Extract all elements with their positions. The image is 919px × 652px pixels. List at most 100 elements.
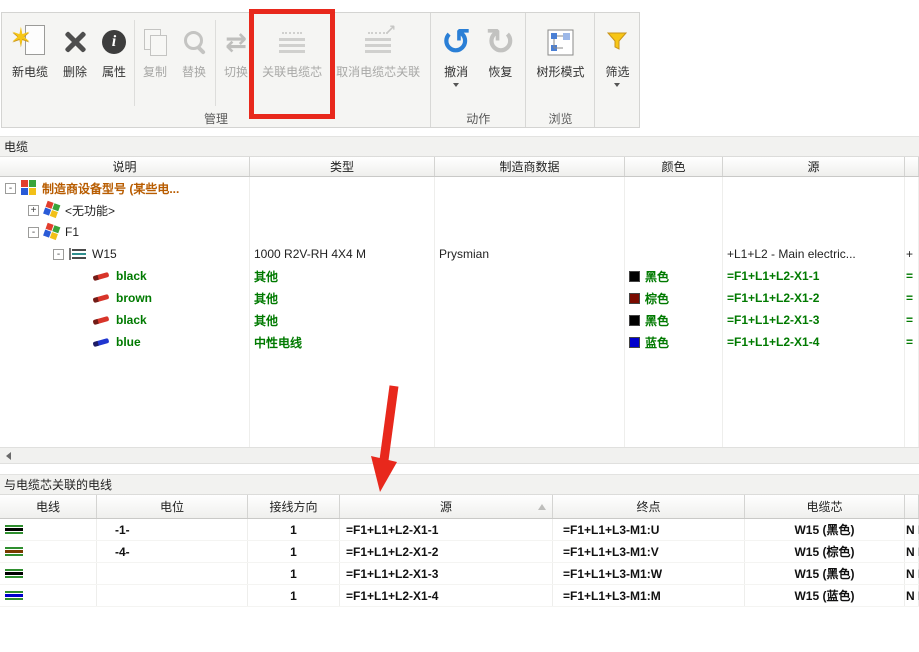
- wire-icon: [93, 315, 110, 324]
- button-label: 复制: [143, 63, 167, 80]
- wire-cut-value: N L: [905, 585, 919, 606]
- ribbon-group-filter: 筛选: [595, 13, 639, 127]
- column-header-cut[interactable]: [905, 495, 919, 518]
- color-swatch: [629, 315, 640, 326]
- column-header-color[interactable]: 颜色: [625, 157, 723, 176]
- undo-button[interactable]: 撤消: [434, 16, 478, 110]
- table-row[interactable]: - F1: [0, 221, 919, 243]
- wire-potential: -1-: [97, 519, 248, 540]
- wire-lines-icon: [5, 591, 23, 600]
- wire-potential: [97, 563, 248, 584]
- link-cores-button[interactable]: 关联电缆芯: [255, 16, 329, 110]
- core-name: black: [116, 313, 147, 327]
- replace-icon: [181, 21, 207, 63]
- filter-button[interactable]: 筛选: [598, 16, 636, 110]
- row-label: 制造商设备型号 (某些电...: [42, 180, 179, 197]
- expand-toggle[interactable]: -: [28, 227, 39, 238]
- column-header-direction[interactable]: 接线方向: [248, 495, 340, 518]
- delete-button[interactable]: 删除: [55, 16, 95, 110]
- wire-icon: [93, 337, 110, 346]
- expand-toggle[interactable]: -: [5, 183, 16, 194]
- wire-core: W15 (棕色): [745, 541, 905, 562]
- table-row-wire[interactable]: 1 =F1+L1+L2-X1-3 =F1+L1+L3-M1:W W15 (黑色)…: [0, 563, 919, 585]
- table-row[interactable]: + <无功能>: [0, 199, 919, 221]
- button-label: 属性: [102, 63, 126, 80]
- switch-button[interactable]: ⇄ 切换: [217, 16, 255, 110]
- chevron-down-icon[interactable]: [614, 83, 620, 87]
- wire-direction: 1: [248, 585, 340, 606]
- wire-lines-icon: [5, 525, 23, 534]
- filter-icon: [606, 21, 628, 63]
- wire-direction: 1: [248, 541, 340, 562]
- table-row-wire[interactable]: -1- 1 =F1+L1+L2-X1-1 =F1+L1+L3-M1:U W15 …: [0, 519, 919, 541]
- horizontal-scrollbar[interactable]: [0, 447, 919, 464]
- cable-source-overflow: +: [905, 243, 919, 265]
- column-header-source[interactable]: 源: [723, 157, 905, 176]
- table-row-wire[interactable]: 1 =F1+L1+L2-X1-4 =F1+L1+L3-M1:M W15 (蓝色)…: [0, 585, 919, 607]
- core-color: 蓝色: [645, 334, 669, 351]
- column-header-manufacturer[interactable]: 制造商数据: [435, 157, 625, 176]
- unlink-cores-button[interactable]: 取消电缆芯关联: [329, 16, 427, 110]
- core-source: =F1+L1+L2-X1-3: [727, 313, 819, 327]
- wires-panel-title: 与电缆芯关联的电线: [0, 474, 919, 495]
- unlink-cores-icon: [363, 21, 393, 63]
- wire-direction: 1: [248, 563, 340, 584]
- wire-target: =F1+L1+L3-M1:M: [553, 585, 745, 606]
- wire-source: =F1+L1+L2-X1-2: [340, 541, 553, 562]
- table-row-core[interactable]: blue 中性电线 蓝色 =F1+L1+L2-X1-4 =: [0, 331, 919, 353]
- switch-icon: ⇄: [225, 21, 247, 63]
- row-label: F1: [65, 225, 79, 239]
- color-swatch: [629, 293, 640, 304]
- core-source: =F1+L1+L2-X1-1: [727, 269, 819, 283]
- expand-toggle[interactable]: -: [53, 249, 64, 260]
- column-header-core[interactable]: 电缆芯: [745, 495, 905, 518]
- column-header-wire[interactable]: 电线: [0, 495, 97, 518]
- table-row-core[interactable]: brown 其他 棕色 =F1+L1+L2-X1-2 =: [0, 287, 919, 309]
- column-header-source-label: 源: [440, 498, 452, 515]
- column-header-target[interactable]: 终点: [553, 495, 745, 518]
- copy-button[interactable]: 复制: [136, 16, 174, 110]
- core-name: brown: [116, 291, 152, 305]
- ribbon-group-label: 动作: [431, 110, 525, 127]
- wire-lines-icon: [5, 569, 23, 578]
- button-label: 筛选: [605, 63, 629, 80]
- cable-panel-title: 电缆: [0, 136, 919, 157]
- column-header-source[interactable]: 源: [340, 495, 553, 518]
- column-header-cut[interactable]: [905, 157, 919, 176]
- column-header-description[interactable]: 说明: [0, 157, 250, 176]
- table-row-wire[interactable]: -4- 1 =F1+L1+L2-X1-2 =F1+L1+L3-M1:V W15 …: [0, 541, 919, 563]
- cable-manufacturer: Prysmian: [435, 243, 625, 265]
- scroll-left-button[interactable]: [0, 448, 17, 463]
- function-icon: [43, 201, 61, 219]
- expand-toggle[interactable]: +: [28, 205, 39, 216]
- column-header-type[interactable]: 类型: [250, 157, 435, 176]
- ribbon-group-manage: ✶ 新电缆 删除 属性 复制: [2, 13, 431, 127]
- wire-lines-icon: [5, 547, 23, 556]
- table-row[interactable]: - 制造商设备型号 (某些电...: [0, 177, 919, 199]
- tree-mode-button[interactable]: 树形模式: [529, 16, 591, 110]
- new-cable-button[interactable]: ✶ 新电缆: [5, 16, 55, 110]
- wire-source: =F1+L1+L2-X1-3: [340, 563, 553, 584]
- table-empty-area: [0, 353, 919, 447]
- column-header-potential[interactable]: 电位: [97, 495, 248, 518]
- wire-source: =F1+L1+L2-X1-1: [340, 519, 553, 540]
- sort-ascending-icon: [538, 504, 546, 510]
- properties-button[interactable]: 属性: [95, 16, 133, 110]
- table-row-core[interactable]: black 其他 黑色 =F1+L1+L2-X1-3 =: [0, 309, 919, 331]
- core-source-overflow: =: [906, 313, 913, 327]
- core-source-overflow: =: [906, 269, 913, 283]
- redo-button[interactable]: 恢复: [478, 16, 522, 110]
- wire-source: =F1+L1+L2-X1-4: [340, 585, 553, 606]
- ribbon: ✶ 新电缆 删除 属性 复制: [0, 12, 919, 128]
- redo-icon: [485, 21, 515, 63]
- cable-source: +L1+L2 - Main electric...: [723, 243, 905, 265]
- replace-button[interactable]: 替换: [174, 16, 214, 110]
- ribbon-group-browse: 树形模式 浏览: [526, 13, 595, 127]
- tree-mode-icon: [547, 21, 574, 63]
- table-row-cable[interactable]: - W15 1000 R2V-RH 4X4 M Prysmian +L1+L2 …: [0, 243, 919, 265]
- button-label: 树形模式: [536, 63, 584, 80]
- button-label: 删除: [63, 63, 87, 80]
- wire-target: =F1+L1+L3-M1:U: [553, 519, 745, 540]
- table-row-core[interactable]: black 其他 黑色 =F1+L1+L2-X1-1 =: [0, 265, 919, 287]
- chevron-down-icon[interactable]: [453, 83, 459, 87]
